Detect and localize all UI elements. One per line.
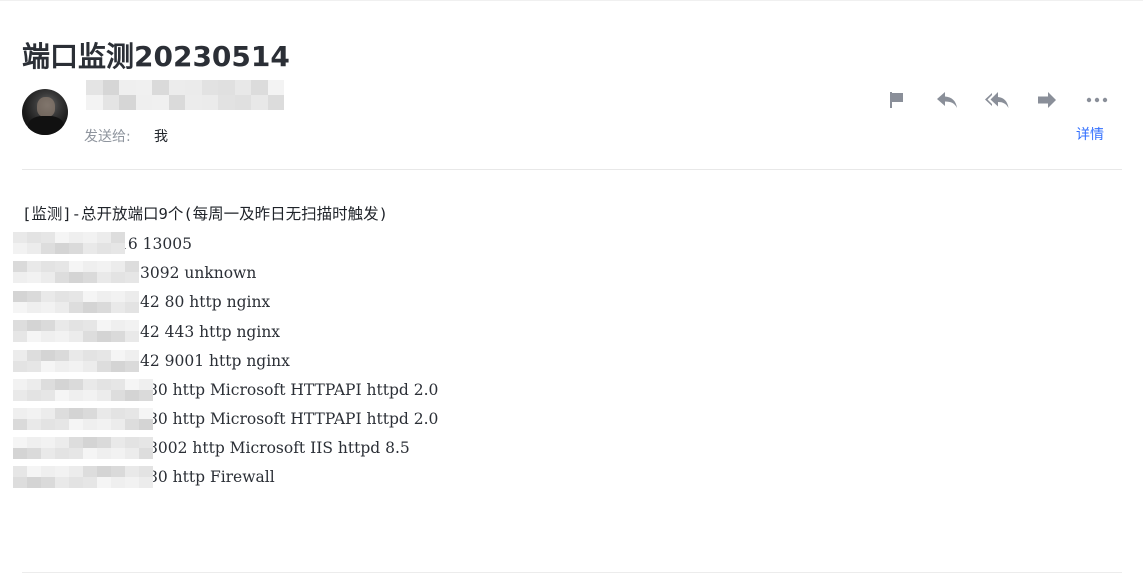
flag-button[interactable] <box>884 87 910 113</box>
avatar-face <box>37 97 55 117</box>
port-row: 80 http Firewall <box>148 468 275 486</box>
port-row: 3092 unknown <box>140 264 257 282</box>
details-link[interactable]: 详情 <box>1076 124 1104 144</box>
footer-divider <box>22 572 1122 573</box>
reply-all-button[interactable] <box>984 87 1010 113</box>
sendto-recipient[interactable]: 我 <box>154 126 168 146</box>
port-row: 8002 http Microsoft IIS httpd 8.5 <box>148 439 410 457</box>
port-row: 42 9001 http nginx <box>140 352 290 370</box>
forward-icon <box>1038 92 1056 108</box>
more-icon <box>1086 97 1108 103</box>
port-row: 42 80 http nginx <box>140 293 271 311</box>
reply-all-icon <box>985 92 1009 108</box>
header-divider <box>22 169 1122 170</box>
avatar-body <box>28 116 64 135</box>
reply-button[interactable] <box>934 87 960 113</box>
email-actions-toolbar <box>880 87 1110 113</box>
top-border <box>0 0 1143 1</box>
more-button[interactable] <box>1084 87 1110 113</box>
port-row: 42 443 http nginx <box>140 323 281 341</box>
flag-icon <box>890 92 903 108</box>
forward-button[interactable] <box>1034 87 1060 113</box>
reply-icon <box>937 92 957 108</box>
sender-avatar[interactable] <box>22 89 68 135</box>
email-subject: 端口监测20230514 <box>22 40 290 73</box>
sender-name-redacted <box>86 80 284 110</box>
port-row: 80 http Microsoft HTTPAPI httpd 2.0 <box>148 410 439 428</box>
port-row: 80 http Microsoft HTTPAPI httpd 2.0 <box>148 381 439 399</box>
ip-addresses-redacted <box>13 232 153 488</box>
sendto-label: 发送给: <box>84 129 131 145</box>
body-header-line: [监测]-总开放端口9个(每周一及昨日无扫描时触发) <box>22 205 388 223</box>
